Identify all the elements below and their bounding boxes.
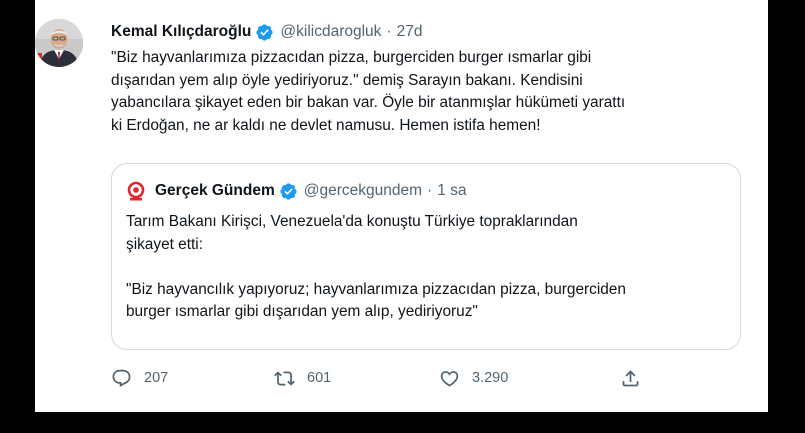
author-handle[interactable]: @kilicdarogluk (280, 23, 381, 41)
quoted-text-line: "Biz hayvancılık yapıyoruz; hayvanlarımı… (126, 280, 626, 298)
quoted-author-name[interactable]: Gerçek Gündem (155, 182, 275, 200)
author-avatar[interactable] (35, 19, 83, 67)
quoted-tweet-timestamp[interactable]: 1 sa (437, 182, 466, 200)
tweet-text-line: yabancılara şikayet eden bir bakan var. … (111, 94, 626, 112)
quoted-text-line: şikayet etti: (126, 235, 203, 253)
tweet-header: Kemal Kılıçdaroğlu @kilicdarogluk · 27d (111, 21, 751, 43)
tweet-card[interactable]: Kemal Kılıçdaroğlu @kilicdarogluk · 27d … (35, 0, 768, 412)
tweet-text-line: dışarıdan yem alıp öyle yediriyoruz." de… (111, 71, 583, 89)
reply-button[interactable]: 207 (111, 366, 168, 390)
quoted-tweet[interactable]: Gerçek Gündem @gercekgundem · 1 sa Tarım… (111, 163, 741, 350)
quoted-author-handle[interactable]: @gercekgundem (304, 182, 422, 200)
share-button[interactable] (620, 366, 641, 390)
reply-icon (111, 368, 132, 389)
quoted-tweet-text: Tarım Bakanı Kirişci, Venezuela'da konuş… (126, 211, 726, 324)
quoted-author-avatar[interactable] (126, 181, 146, 201)
meta-separator: · (386, 23, 392, 40)
author-name[interactable]: Kemal Kılıçdaroğlu (111, 23, 251, 41)
quoted-text-line: Tarım Bakanı Kirişci, Venezuela'da konuş… (126, 213, 578, 230)
like-count: 3.290 (472, 370, 509, 386)
quoted-text-line: burger ısmarlar gibi dışarıdan yem alıp,… (126, 303, 478, 321)
retweet-icon (274, 368, 295, 389)
quoted-tweet-header: Gerçek Gündem @gercekgundem · 1 sa (126, 180, 467, 202)
tweet-actions: 207 601 3.290 (111, 366, 671, 390)
tweet-text-line: "Biz hayvanlarımıza pizzacıdan pizza, bu… (111, 49, 592, 66)
tweet-text: "Biz hayvanlarımıza pizzacıdan pizza, bu… (111, 47, 751, 137)
verified-badge-icon (255, 23, 274, 42)
verified-badge-icon (279, 182, 298, 201)
heart-icon (439, 368, 460, 389)
retweet-button[interactable]: 601 (274, 366, 331, 390)
tweet-text-line: ki Erdoğan, ne ar kaldı ne devlet namusu… (111, 116, 541, 134)
like-button[interactable]: 3.290 (439, 366, 508, 390)
reply-count: 207 (144, 370, 169, 386)
retweet-count: 601 (307, 370, 332, 386)
tweet-timestamp[interactable]: 27d (397, 23, 423, 41)
meta-separator: · (427, 182, 433, 199)
share-icon (620, 368, 641, 389)
